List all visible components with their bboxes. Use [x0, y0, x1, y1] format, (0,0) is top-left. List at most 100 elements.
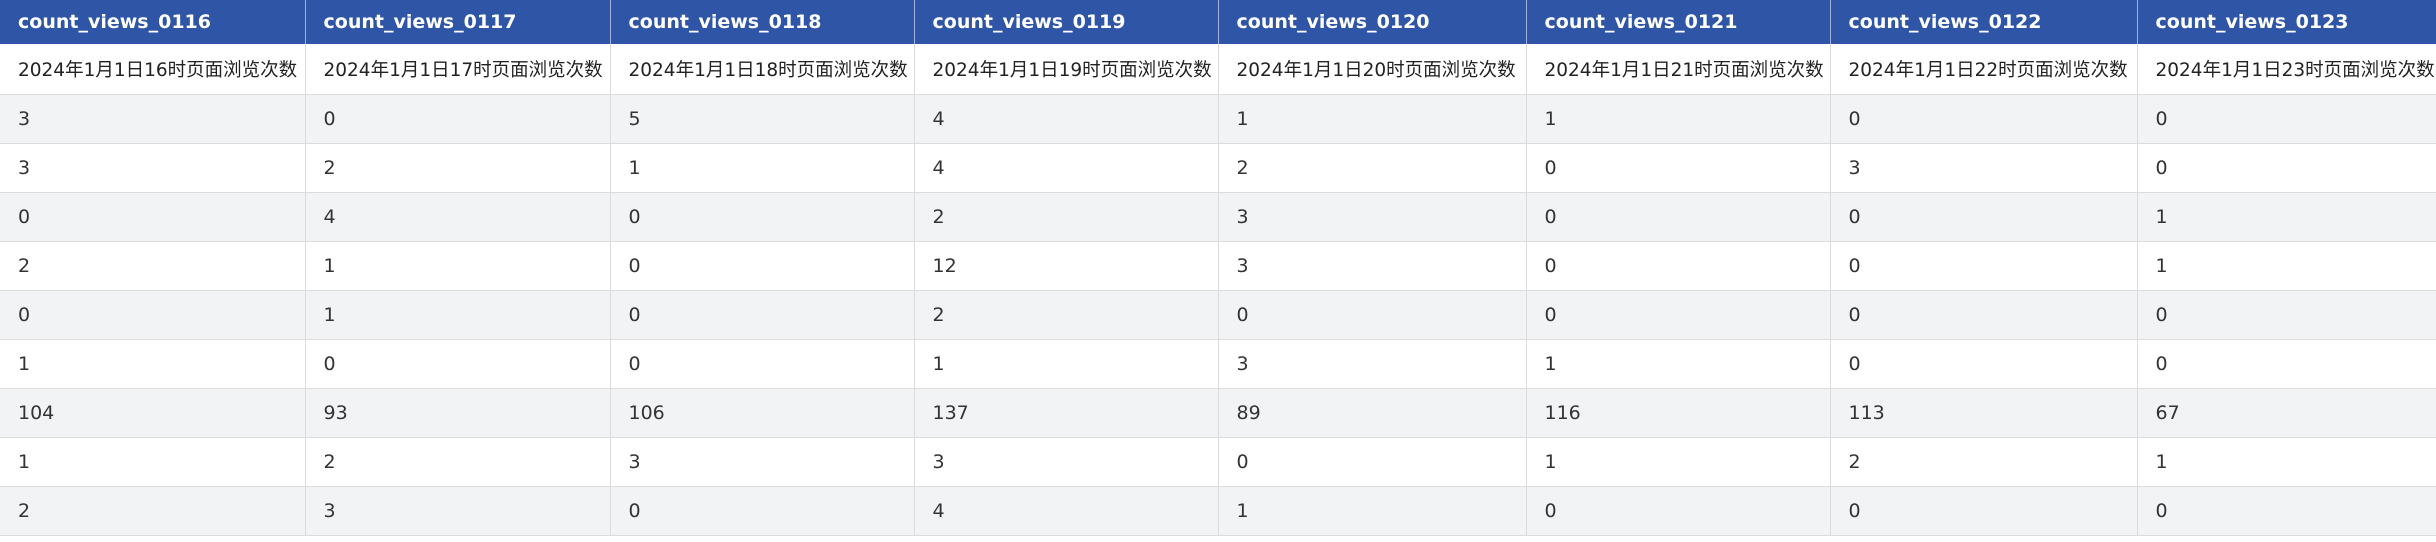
table-cell[interactable]: 93 — [305, 388, 611, 438]
table-cell[interactable]: 104 — [0, 388, 306, 438]
table-cell[interactable]: 0 — [610, 241, 915, 291]
table-cell[interactable]: 12 — [914, 241, 1219, 291]
table-cell[interactable]: 0 — [0, 290, 306, 340]
table-cell[interactable]: 0 — [2137, 339, 2436, 389]
table-row[interactable]: 12330121 — [0, 437, 2436, 487]
column-header[interactable]: count_views_0123 — [2137, 0, 2436, 44]
table-cell[interactable]: 0 — [1830, 290, 2138, 340]
table-cell[interactable]: 3 — [1218, 192, 1527, 242]
table-cell[interactable]: 113 — [1830, 388, 2138, 438]
table-cell[interactable]: 1 — [1526, 94, 1831, 144]
table-cell[interactable]: 0 — [1218, 437, 1527, 487]
description-cell: 2024年1月1日21时页面浏览次数 — [1526, 44, 1831, 95]
table-cell[interactable]: 3 — [0, 94, 306, 144]
table-cell[interactable]: 1 — [2137, 241, 2436, 291]
table-row[interactable]: 01020000 — [0, 290, 2436, 340]
table-cell[interactable]: 0 — [2137, 290, 2436, 340]
table-cell[interactable]: 0 — [305, 94, 611, 144]
column-header[interactable]: count_views_0121 — [1526, 0, 1831, 44]
table-cell[interactable]: 0 — [2137, 486, 2436, 536]
table-cell[interactable]: 3 — [1830, 143, 2138, 193]
table-cell[interactable]: 3 — [1218, 339, 1527, 389]
table-body: 3 0 5 4 1 1 0 0 3 2 1 4 2 0 3 0 0 4 0 2 3 0 0 1 2 1 0 12 3 0 0 1 0 1 0 2 0 0 0… — [0, 94, 2436, 536]
table-cell[interactable]: 0 — [1526, 486, 1831, 536]
table-cell[interactable]: 1 — [0, 437, 306, 487]
column-header[interactable]: count_views_0118 — [610, 0, 915, 44]
table-cell[interactable]: 0 — [2137, 143, 2436, 193]
table-cell[interactable]: 1 — [1526, 339, 1831, 389]
table-cell[interactable]: 2 — [1830, 437, 2138, 487]
table-cell[interactable]: 67 — [2137, 388, 2436, 438]
table-cell[interactable]: 0 — [610, 339, 915, 389]
table-row[interactable]: 23041000 — [0, 486, 2436, 536]
table-cell[interactable]: 2 — [0, 241, 306, 291]
table-cell[interactable]: 4 — [914, 143, 1219, 193]
description-row: 2024年1月1日16时页面浏览次数 2024年1月1日17时页面浏览次数 20… — [0, 44, 2436, 95]
table-cell[interactable]: 0 — [2137, 94, 2436, 144]
column-header[interactable]: count_views_0117 — [305, 0, 611, 44]
table-cell[interactable]: 3 — [914, 437, 1219, 487]
table-cell[interactable]: 0 — [1526, 143, 1831, 193]
table-cell[interactable]: 0 — [610, 290, 915, 340]
table-row[interactable]: 2 1 0 12 3 0 0 1 — [0, 241, 2436, 291]
header-row: count_views_0116 count_views_0117 count_… — [0, 0, 2436, 44]
table-cell[interactable]: 0 — [1830, 339, 2138, 389]
description-cell: 2024年1月1日19时页面浏览次数 — [914, 44, 1219, 95]
description-cell: 2024年1月1日17时页面浏览次数 — [305, 44, 611, 95]
table-cell[interactable]: 2 — [914, 290, 1219, 340]
table-cell[interactable]: 0 — [1830, 192, 2138, 242]
table-cell[interactable]: 1 — [0, 339, 306, 389]
table-cell[interactable]: 4 — [914, 486, 1219, 536]
table-cell[interactable]: 2 — [305, 437, 611, 487]
table-cell[interactable]: 4 — [305, 192, 611, 242]
table-cell[interactable]: 89 — [1218, 388, 1527, 438]
table-cell[interactable]: 1 — [1526, 437, 1831, 487]
table-cell[interactable]: 4 — [914, 94, 1219, 144]
column-header[interactable]: count_views_0116 — [0, 0, 306, 44]
table-cell[interactable]: 0 — [1218, 290, 1527, 340]
table-cell[interactable]: 1 — [2137, 437, 2436, 487]
table-cell[interactable]: 3 — [1218, 241, 1527, 291]
table-cell[interactable]: 2 — [914, 192, 1219, 242]
table-cell[interactable]: 0 — [1830, 94, 2138, 144]
table-cell[interactable]: 5 — [610, 94, 915, 144]
table-cell[interactable]: 0 — [1526, 241, 1831, 291]
table-cell[interactable]: 1 — [1218, 94, 1527, 144]
table-cell[interactable]: 1 — [305, 290, 611, 340]
table-row[interactable]: 32142030 — [0, 143, 2436, 193]
table-cell[interactable]: 0 — [610, 486, 915, 536]
data-table: count_views_0116 count_views_0117 count_… — [0, 0, 2436, 536]
table-cell[interactable]: 2 — [1218, 143, 1527, 193]
table-cell[interactable]: 1 — [610, 143, 915, 193]
table-cell[interactable]: 0 — [1526, 290, 1831, 340]
column-header[interactable]: count_views_0120 — [1218, 0, 1527, 44]
table-cell[interactable]: 2 — [305, 143, 611, 193]
table-row[interactable]: 30541100 — [0, 94, 2436, 144]
table-cell[interactable]: 1 — [305, 241, 611, 291]
table-cell[interactable]: 0 — [1830, 486, 2138, 536]
column-header[interactable]: count_views_0119 — [914, 0, 1219, 44]
table-cell[interactable]: 0 — [0, 192, 306, 242]
description-cell: 2024年1月1日22时页面浏览次数 — [1830, 44, 2138, 95]
table-cell[interactable]: 3 — [610, 437, 915, 487]
table-cell[interactable]: 1 — [2137, 192, 2436, 242]
table-cell[interactable]: 3 — [0, 143, 306, 193]
table-cell[interactable]: 1 — [914, 339, 1219, 389]
table-cell[interactable]: 2 — [0, 486, 306, 536]
table-cell[interactable]: 3 — [305, 486, 611, 536]
column-header[interactable]: count_views_0122 — [1830, 0, 2138, 44]
description-cell: 2024年1月1日20时页面浏览次数 — [1218, 44, 1527, 95]
table-cell[interactable]: 116 — [1526, 388, 1831, 438]
table-cell[interactable]: 1 — [1218, 486, 1527, 536]
table-cell[interactable]: 0 — [1526, 192, 1831, 242]
description-cell: 2024年1月1日18时页面浏览次数 — [610, 44, 915, 95]
table-cell[interactable]: 106 — [610, 388, 915, 438]
table-cell[interactable]: 0 — [305, 339, 611, 389]
table-row[interactable]: 104 93 106 137 89 116 113 67 — [0, 388, 2436, 438]
table-cell[interactable]: 0 — [1830, 241, 2138, 291]
table-cell[interactable]: 137 — [914, 388, 1219, 438]
table-row[interactable]: 10013100 — [0, 339, 2436, 389]
table-cell[interactable]: 0 — [610, 192, 915, 242]
description-cell: 2024年1月1日16时页面浏览次数 — [0, 44, 306, 95]
table-row[interactable]: 04023001 — [0, 192, 2436, 242]
